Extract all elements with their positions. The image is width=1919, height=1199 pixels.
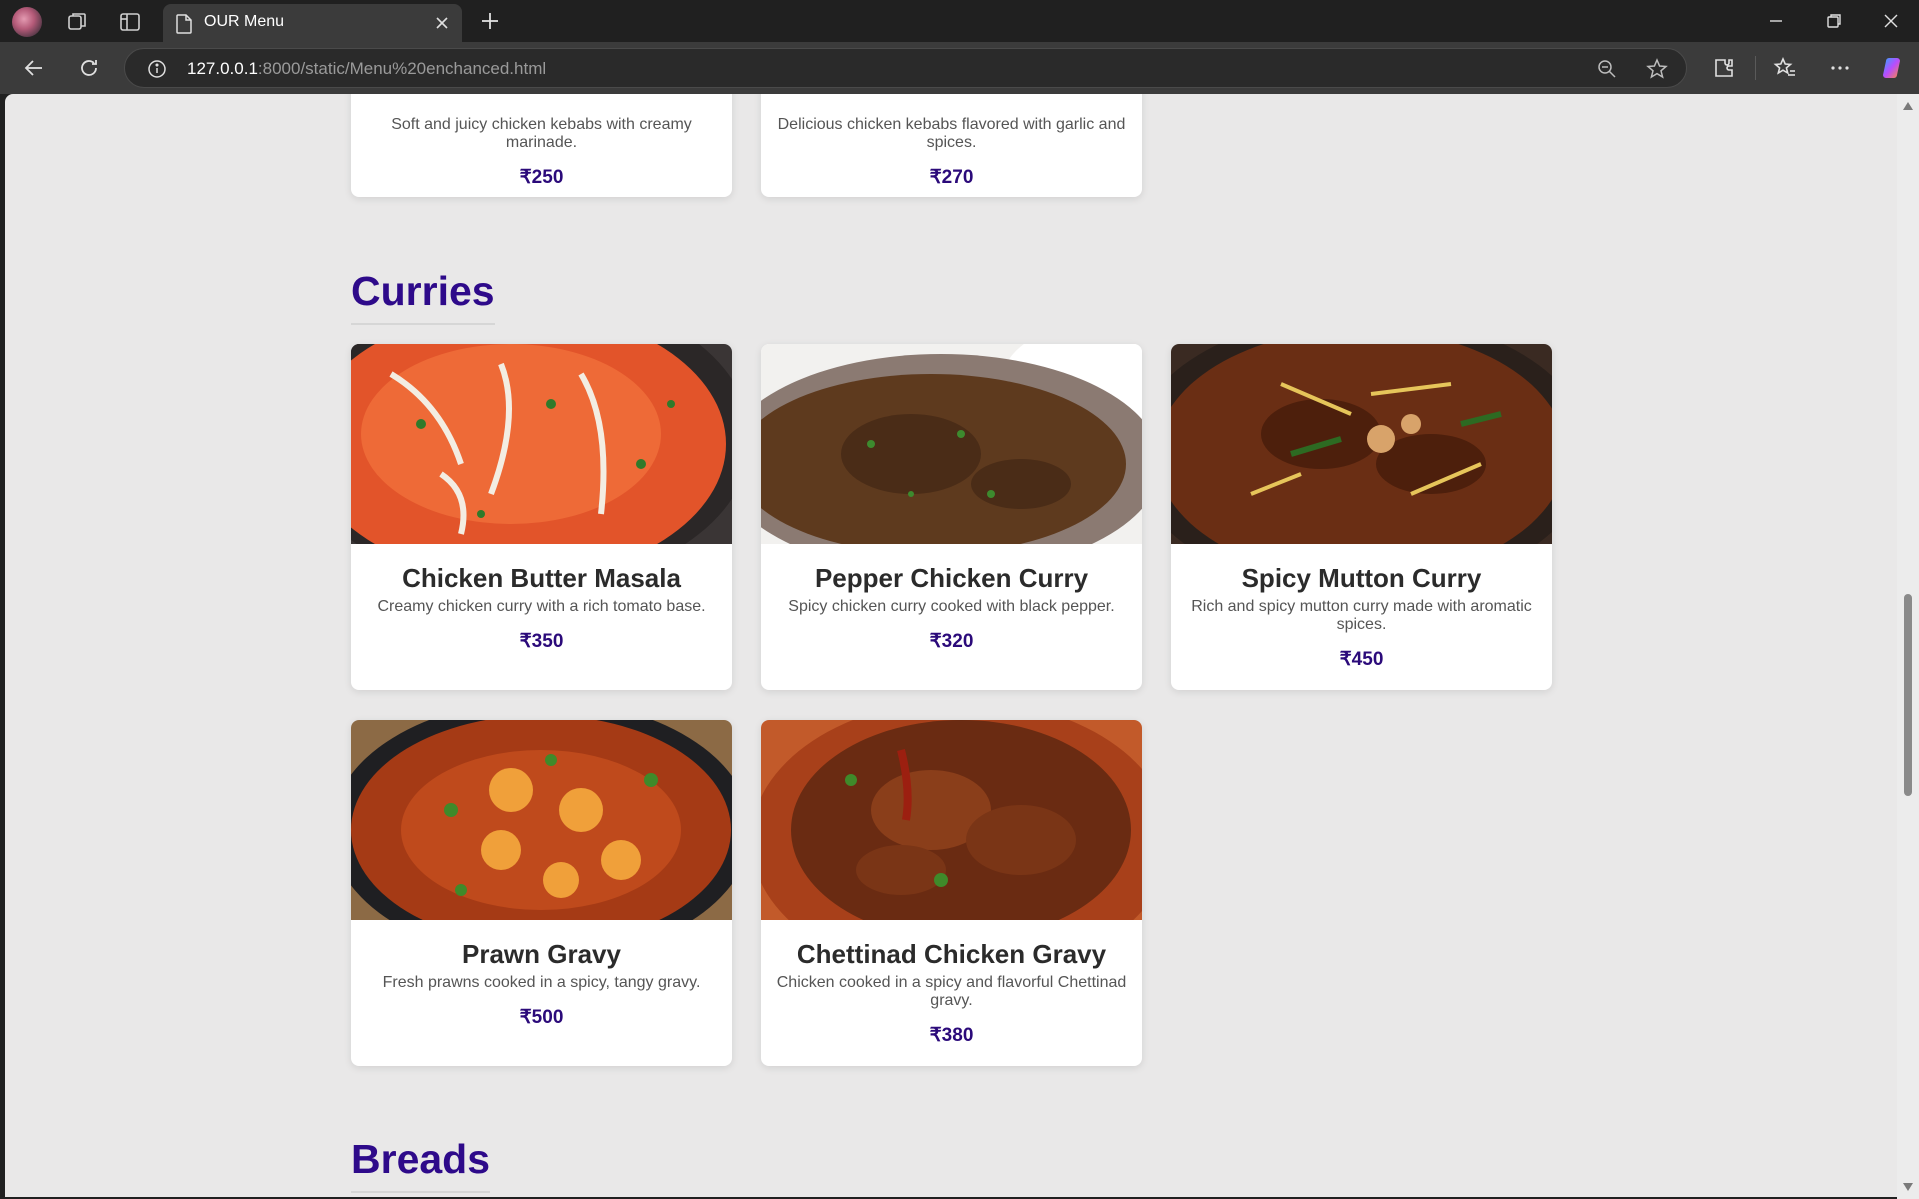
favorite-star-icon[interactable] [1646, 58, 1668, 80]
url-path: :8000/static/Menu%20enchanced.html [257, 59, 547, 78]
section-heading-breads: Breads [351, 1136, 491, 1193]
item-name: Spicy Mutton Curry [1241, 563, 1482, 593]
item-price: ₹270 [929, 167, 974, 188]
menu-card[interactable]: Delicious chicken kebabs flavored with g… [761, 94, 1142, 197]
item-price: ₹320 [929, 631, 974, 652]
dish-image [351, 344, 732, 544]
page-viewport: Soft and juicy chicken kebabs with cream… [5, 94, 1897, 1197]
browser-tab-bar: OUR Menu [0, 0, 1919, 42]
item-price: ₹250 [519, 167, 564, 188]
more-options-icon[interactable] [1828, 56, 1852, 80]
item-name: Prawn Gravy [462, 939, 621, 969]
item-description: Chicken cooked in a spicy and flavorful … [776, 974, 1127, 1009]
tab-active[interactable]: OUR Menu [163, 4, 462, 42]
back-arrow-icon[interactable] [22, 56, 46, 80]
item-price: ₹450 [1339, 649, 1384, 670]
new-tab-icon[interactable] [478, 9, 502, 33]
close-window-icon[interactable] [1879, 9, 1903, 33]
item-description: Rich and spicy mutton curry made with ar… [1191, 598, 1532, 633]
dish-image [761, 720, 1142, 920]
section-heading-curries: Curries [351, 268, 495, 325]
card-title-cut-off [351, 94, 732, 111]
item-price: ₹350 [519, 631, 564, 652]
dish-image [351, 720, 732, 920]
scrollbar-thumb[interactable] [1904, 594, 1912, 796]
item-name: Chicken Butter Masala [402, 563, 681, 593]
url-host: 127.0.0.1 [187, 59, 258, 78]
scroll-down-arrow-icon[interactable] [1903, 1183, 1913, 1191]
item-description: Fresh prawns cooked in a spicy, tangy gr… [382, 974, 701, 991]
url-text[interactable]: 127.0.0.1:8000/static/Menu%20enchanced.h… [187, 59, 546, 79]
item-description: Spicy chicken curry cooked with black pe… [788, 598, 1115, 615]
item-description: Delicious chicken kebabs flavored with g… [777, 116, 1126, 151]
dish-image [1171, 344, 1552, 544]
copilot-icon[interactable] [1881, 56, 1905, 80]
item-name: Chettinad Chicken Gravy [796, 939, 1107, 969]
reload-icon[interactable] [77, 56, 101, 80]
minimize-icon[interactable] [1764, 9, 1788, 33]
item-price: ₹500 [519, 1007, 564, 1028]
address-toolbar: 127.0.0.1:8000/static/Menu%20enchanced.h… [0, 42, 1919, 94]
site-info-icon[interactable] [147, 59, 167, 79]
address-bar[interactable]: 127.0.0.1:8000/static/Menu%20enchanced.h… [124, 48, 1687, 88]
item-description: Creamy chicken curry with a rich tomato … [377, 598, 706, 615]
item-description: Soft and juicy chicken kebabs with cream… [391, 116, 692, 151]
vertical-tabs-icon[interactable] [118, 10, 142, 34]
card-title-cut-off [761, 94, 1142, 111]
restore-icon[interactable] [1822, 9, 1846, 33]
zoom-out-icon[interactable] [1596, 58, 1618, 80]
favorites-icon[interactable] [1773, 56, 1797, 80]
menu-card[interactable]: Chettinad Chicken Gravy Chicken cooked i… [761, 720, 1142, 1066]
page-icon [176, 14, 192, 34]
menu-card[interactable]: Prawn Gravy Fresh prawns cooked in a spi… [351, 720, 732, 1066]
dish-image [761, 344, 1142, 544]
page-scrollbar[interactable] [1897, 94, 1919, 1199]
menu-card[interactable]: Soft and juicy chicken kebabs with cream… [351, 94, 732, 197]
extensions-icon[interactable] [1712, 56, 1736, 80]
close-tab-icon[interactable] [432, 13, 452, 33]
workspaces-icon[interactable] [65, 10, 89, 34]
menu-card[interactable]: Spicy Mutton Curry Rich and spicy mutton… [1171, 344, 1552, 690]
tab-title: OUR Menu [204, 13, 285, 30]
toolbar-separator [1755, 56, 1756, 80]
profile-avatar[interactable] [12, 7, 42, 37]
scroll-up-arrow-icon[interactable] [1903, 102, 1913, 110]
item-price: ₹380 [929, 1025, 974, 1046]
item-name: Pepper Chicken Curry [814, 563, 1089, 593]
menu-card[interactable]: Chicken Butter Masala Creamy chicken cur… [351, 344, 732, 690]
menu-card[interactable]: Pepper Chicken Curry Spicy chicken curry… [761, 344, 1142, 690]
